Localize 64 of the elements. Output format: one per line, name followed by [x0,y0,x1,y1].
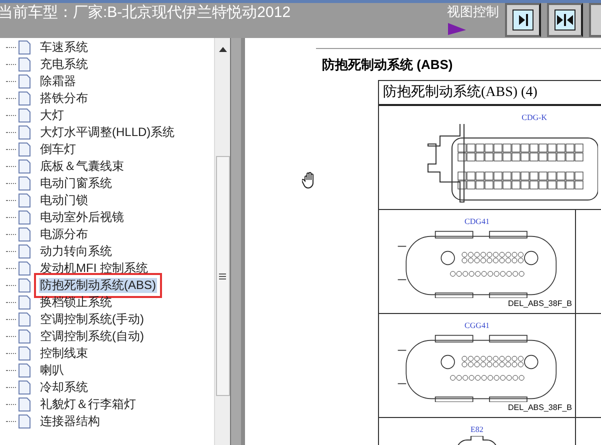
connector-code: CGG41 [464,320,490,332]
tree-item[interactable]: 电动室外后视镜 [39,210,125,225]
tree-item[interactable]: 倒车灯 [39,142,77,157]
play-triangle-icon[interactable] [447,22,467,36]
document-icon [18,397,31,412]
tree-item[interactable]: 喇叭 [39,363,65,378]
connector-part-number: DEL_ABS_38F_B [508,402,572,414]
document-icon [18,40,31,55]
document-icon [18,108,31,123]
document-icon [18,193,31,208]
tree-item[interactable]: 防抱死制动系统(ABS) [39,278,158,293]
scrollbar[interactable] [214,38,230,445]
document-icon [18,210,31,225]
grip-icon [219,272,226,280]
tree-item[interactable]: 电动门窗系统 [39,176,113,191]
document-icon [18,363,31,378]
tree-item[interactable]: 换档锁止系统 [39,295,113,310]
document-icon [18,380,31,395]
document-icon [18,329,31,344]
tree-item[interactable]: 发动机MFI 控制系统 [39,261,149,276]
tree-item[interactable]: 礼貌灯＆行李箱灯 [39,397,137,412]
connector-code: E82 [470,424,484,436]
table-title: 防抱死制动系统(ABS) (4) [383,83,538,102]
arrow-to-bar-icon [512,9,534,31]
view-button[interactable] [547,3,583,37]
tree-item[interactable]: 大灯水平调整(HLLD)系统 [39,125,176,140]
tree-item[interactable]: 底板＆气囊线束 [39,159,125,174]
document-icon [18,176,31,191]
tree-item[interactable]: 控制线束 [39,346,89,361]
view-button[interactable] [505,3,541,37]
connector-code: CDG-K [522,112,547,124]
tree-item[interactable]: 电源分布 [39,227,89,242]
document-heading: 防抱死制动系统 (ABS) [322,56,454,74]
document-icon [18,244,31,259]
tree-item[interactable]: 大灯 [39,108,65,123]
connector-code: CDG41 [464,216,490,228]
document-icon [18,57,31,72]
tree-item[interactable]: 电动门锁 [39,193,89,208]
tree-item[interactable]: 车速系统 [39,40,89,55]
document-icon [18,312,31,327]
document-icon [18,414,31,429]
document-icon [18,295,31,310]
document-icon [18,74,31,89]
tree-item[interactable]: 除霜器 [39,74,77,89]
document-icon [18,142,31,157]
scroll-up-icon[interactable] [218,46,226,52]
tree-item[interactable]: 动力转向系统 [39,244,113,259]
document-icon [18,261,31,276]
document-icon [18,159,31,174]
document-icon [18,91,31,106]
tree-item[interactable]: 空调控制系统(手动) [39,312,145,327]
view-control-label: 视图控制 [447,4,499,20]
split-arrows-icon [554,9,576,31]
document-icon [18,278,31,293]
document-icon [18,346,31,361]
scrollbar-thumb[interactable] [216,156,230,396]
tree-item[interactable]: 搭铁分布 [39,91,89,106]
connector-part-number: DEL_ABS_38F_B [508,298,572,310]
tree-item[interactable]: 冷却系统 [39,380,89,395]
tree-item[interactable]: 空调控制系统(自动) [39,329,145,344]
document-icon [18,125,31,140]
tree-item[interactable]: 充电系统 [39,57,89,72]
document-icon [18,227,31,242]
tree-item[interactable]: 连接器结构 [39,414,101,429]
